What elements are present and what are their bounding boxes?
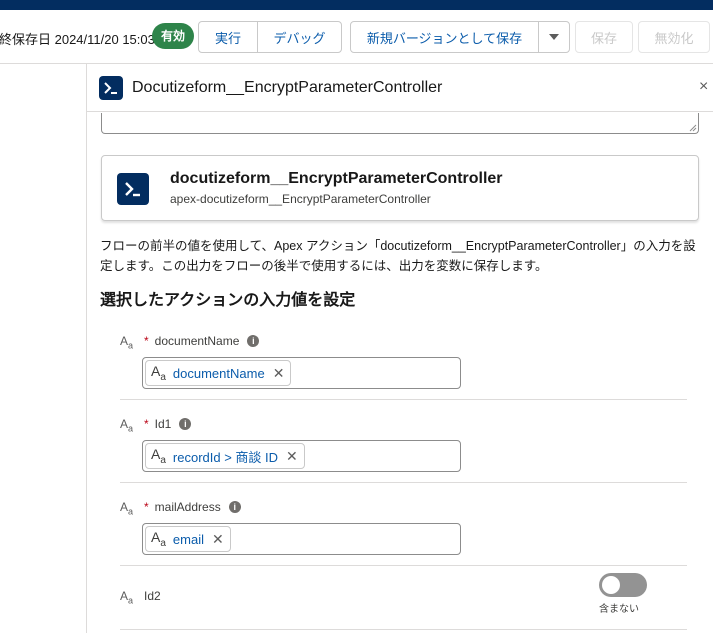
pill-value: email bbox=[172, 531, 204, 547]
remove-icon[interactable]: ✕ bbox=[212, 531, 224, 548]
save-as-new-version-button[interactable]: 新規バージョンとして保存 bbox=[350, 21, 539, 53]
toggle-state-label: 含まない bbox=[599, 604, 639, 615]
field-divider bbox=[120, 482, 687, 483]
resource-pill[interactable]: Aa recordId > 商談 ID ✕ bbox=[145, 443, 305, 469]
required-marker: * bbox=[144, 500, 149, 514]
text-type-icon: Aa bbox=[151, 363, 166, 383]
apex-action-icon bbox=[99, 76, 123, 100]
action-card-title: docutizeform__EncryptParameterController bbox=[170, 170, 503, 187]
field-label-text: documentName bbox=[154, 334, 240, 348]
field-label: * mailAddress i bbox=[144, 500, 241, 514]
deactivate-button: 無効化 bbox=[638, 21, 710, 53]
action-properties-panel: Docutizeform__EncryptParameterController… bbox=[86, 64, 713, 633]
resource-combobox[interactable]: Aa recordId > 商談 ID ✕ bbox=[142, 440, 461, 472]
pill-value: documentName bbox=[172, 365, 265, 381]
field-divider bbox=[120, 565, 687, 566]
info-icon[interactable]: i bbox=[179, 418, 192, 430]
run-button[interactable]: 実行 bbox=[198, 21, 258, 53]
panel-title: Docutizeform__EncryptParameterController bbox=[132, 79, 443, 96]
text-type-icon: Aa bbox=[151, 446, 166, 466]
text-type-icon: Aa bbox=[120, 334, 134, 351]
field-label: * documentName i bbox=[144, 334, 260, 348]
global-header-strip bbox=[0, 0, 713, 10]
required-marker: * bbox=[144, 417, 149, 431]
field-label-text: Id1 bbox=[154, 417, 172, 431]
description-textarea[interactable] bbox=[101, 113, 699, 134]
remove-icon[interactable]: ✕ bbox=[286, 448, 298, 465]
field-label-text: mailAddress bbox=[154, 500, 221, 514]
apex-action-card: docutizeform__EncryptParameterController… bbox=[101, 155, 699, 221]
save-button: 保存 bbox=[575, 21, 633, 53]
panel-header: Docutizeform__EncryptParameterController… bbox=[87, 64, 713, 112]
resize-grip-icon[interactable] bbox=[689, 124, 697, 132]
info-icon[interactable]: i bbox=[247, 335, 260, 347]
resource-pill[interactable]: Aa documentName ✕ bbox=[145, 360, 292, 386]
field-divider bbox=[120, 399, 687, 400]
toggle-knob bbox=[602, 576, 620, 594]
status-badge: 有効 bbox=[152, 23, 195, 49]
action-card-api-name: apex-docutizeform__EncryptParameterContr… bbox=[170, 192, 431, 206]
text-type-icon: Aa bbox=[120, 589, 134, 606]
text-type-icon: Aa bbox=[120, 500, 134, 517]
last-saved-label: 最終保存日 2024/11/20 15:03 bbox=[0, 32, 155, 47]
text-type-icon: Aa bbox=[120, 417, 134, 434]
chevron-down-icon bbox=[549, 34, 559, 40]
info-icon[interactable]: i bbox=[228, 501, 241, 513]
apex-action-icon bbox=[117, 173, 149, 205]
flow-builder-toolbar: 最終保存日 2024/11/20 15:03 有効 実行 デバッグ 新規バージョ… bbox=[0, 10, 713, 64]
resource-combobox[interactable]: Aa documentName ✕ bbox=[142, 357, 461, 389]
resource-pill[interactable]: Aa email ✕ bbox=[145, 526, 231, 552]
action-description: フローの前半の値を使用して、Apex アクション「docutizeform__E… bbox=[100, 239, 696, 273]
resource-combobox[interactable]: Aa email ✕ bbox=[142, 523, 461, 555]
close-icon[interactable]: × bbox=[699, 78, 708, 96]
field-divider bbox=[120, 629, 687, 630]
remove-icon[interactable]: ✕ bbox=[273, 365, 285, 382]
include-toggle[interactable] bbox=[599, 573, 647, 597]
save-options-menu-button[interactable] bbox=[538, 21, 570, 53]
text-type-icon: Aa bbox=[151, 529, 166, 549]
field-label-text: Id2 bbox=[144, 589, 161, 603]
required-marker: * bbox=[144, 334, 149, 348]
debug-button[interactable]: デバッグ bbox=[257, 21, 342, 53]
section-heading: 選択したアクションの入力値を設定 bbox=[100, 292, 356, 309]
pill-value: recordId > 商談 ID bbox=[172, 449, 279, 465]
field-label: * Id1 i bbox=[144, 417, 192, 431]
